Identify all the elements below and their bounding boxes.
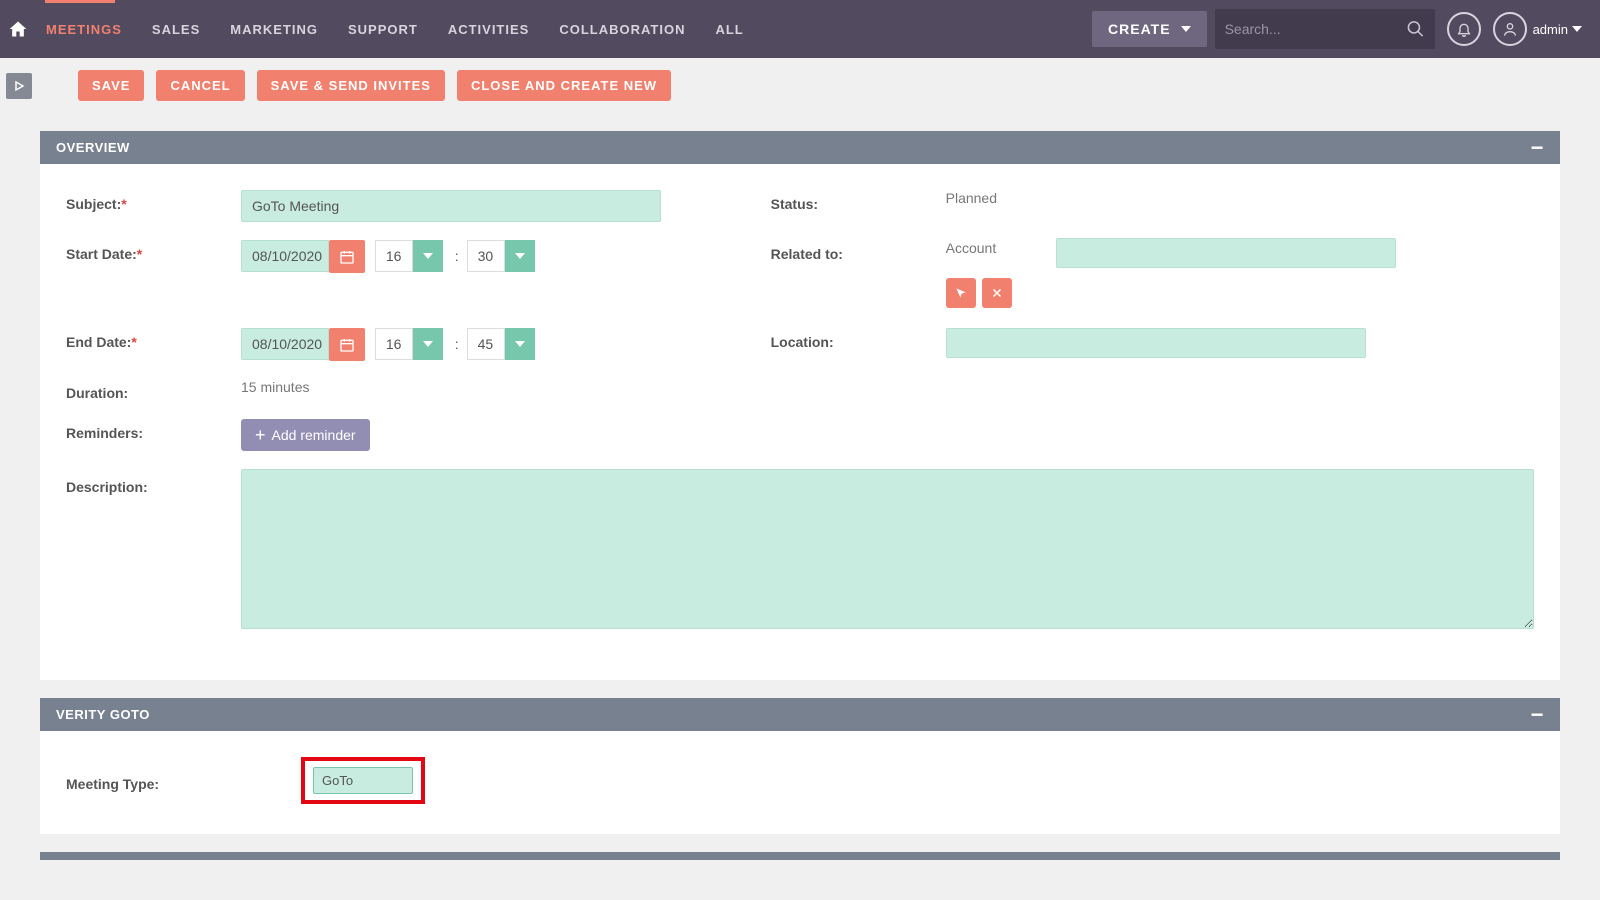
action-bar: SAVE CANCEL SAVE & SEND INVITES CLOSE AN…: [0, 58, 1600, 113]
nav-activities[interactable]: ACTIVITIES: [448, 22, 530, 37]
close-icon: [991, 287, 1003, 299]
sidebar-toggle[interactable]: [6, 73, 32, 99]
caret-down-icon: [1572, 26, 1582, 32]
start-hour-select[interactable]: 16: [375, 240, 443, 272]
nav-sales[interactable]: SALES: [152, 22, 200, 37]
user-icon: [1502, 21, 1518, 37]
description-input[interactable]: [241, 469, 1534, 629]
description-label: Description:: [66, 469, 241, 632]
collapse-verity-button[interactable]: −: [1531, 710, 1544, 720]
related-to-label: Related to:: [771, 240, 946, 262]
search-input[interactable]: [1225, 21, 1406, 37]
start-date-calendar-button[interactable]: [329, 240, 365, 273]
home-icon: [8, 19, 28, 39]
meeting-type-select[interactable]: GoTo: [313, 767, 413, 794]
overview-header: OVERVIEW −: [40, 131, 1560, 164]
user-label: admin: [1533, 22, 1568, 37]
start-min-select[interactable]: 30: [467, 240, 535, 272]
collapse-overview-button[interactable]: −: [1531, 143, 1544, 153]
active-tab-accent: [45, 0, 115, 3]
verity-body: Meeting Type: GoTo: [40, 731, 1560, 834]
overview-panel: OVERVIEW − Subject:* Status: Planned Sta…: [40, 131, 1560, 680]
search-wrapper: [1215, 9, 1435, 49]
search-icon[interactable]: [1406, 19, 1425, 39]
meeting-type-label: Meeting Type:: [66, 770, 301, 792]
overview-body: Subject:* Status: Planned Start Date:* 0…: [40, 164, 1560, 680]
meeting-type-highlight: GoTo: [301, 757, 425, 804]
subject-input[interactable]: [241, 190, 661, 222]
end-date-input[interactable]: 08/10/2020: [241, 328, 329, 360]
caret-down-icon: [423, 341, 433, 347]
overview-title: OVERVIEW: [56, 140, 130, 155]
related-clear-button[interactable]: [982, 278, 1012, 308]
triangle-right-icon: [13, 80, 25, 92]
caret-down-icon: [1181, 26, 1191, 32]
start-date-input[interactable]: 08/10/2020: [241, 240, 329, 272]
create-button[interactable]: CREATE: [1092, 11, 1207, 47]
nav-marketing[interactable]: MARKETING: [230, 22, 318, 37]
nav-meetings[interactable]: MEETINGS: [46, 22, 122, 37]
related-select-button[interactable]: [946, 278, 976, 308]
start-date-label: Start Date:*: [66, 240, 241, 262]
plus-icon: +: [255, 428, 266, 442]
home-button[interactable]: [0, 0, 36, 58]
end-min-select[interactable]: 45: [467, 328, 535, 360]
cancel-button[interactable]: CANCEL: [156, 70, 244, 101]
caret-down-icon: [515, 341, 525, 347]
create-label: CREATE: [1108, 21, 1171, 37]
related-to-input[interactable]: [1056, 238, 1396, 268]
time-separator: :: [451, 240, 463, 272]
close-create-new-button[interactable]: CLOSE AND CREATE NEW: [457, 70, 671, 101]
verity-title: VERITY GOTO: [56, 707, 150, 722]
nav-all[interactable]: ALL: [715, 22, 743, 37]
nav-collaboration[interactable]: COLLABORATION: [559, 22, 685, 37]
reminders-label: Reminders:: [66, 419, 241, 441]
cursor-icon: [954, 286, 968, 300]
duration-label: Duration:: [66, 379, 241, 401]
add-reminder-button[interactable]: + Add reminder: [241, 419, 370, 451]
location-label: Location:: [771, 328, 946, 350]
next-panel-header: [40, 852, 1560, 860]
top-navbar: MEETINGS SALES MARKETING SUPPORT ACTIVIT…: [0, 0, 1600, 58]
time-separator: :: [451, 328, 463, 360]
calendar-icon: [339, 337, 355, 353]
caret-down-icon: [515, 253, 525, 259]
end-hour-select[interactable]: 16: [375, 328, 443, 360]
nav-items: MEETINGS SALES MARKETING SUPPORT ACTIVIT…: [46, 22, 744, 37]
duration-value: 15 minutes: [241, 379, 771, 395]
location-input[interactable]: [946, 328, 1366, 358]
end-date-label: End Date:*: [66, 328, 241, 350]
status-value: Planned: [946, 190, 1534, 206]
save-send-invites-button[interactable]: SAVE & SEND INVITES: [257, 70, 445, 101]
status-label: Status:: [771, 190, 946, 212]
caret-down-icon: [423, 253, 433, 259]
verity-header: VERITY GOTO −: [40, 698, 1560, 731]
user-avatar: [1493, 12, 1527, 46]
bell-icon: [1456, 21, 1472, 37]
verity-goto-panel: VERITY GOTO − Meeting Type: GoTo: [40, 698, 1560, 834]
notifications-button[interactable]: [1447, 12, 1481, 46]
save-button[interactable]: SAVE: [78, 70, 144, 101]
subject-label: Subject:*: [66, 190, 241, 212]
user-menu[interactable]: admin: [1493, 12, 1582, 46]
nav-support[interactable]: SUPPORT: [348, 22, 418, 37]
end-date-calendar-button[interactable]: [329, 328, 365, 361]
calendar-icon: [339, 249, 355, 265]
content-area: OVERVIEW − Subject:* Status: Planned Sta…: [0, 131, 1600, 900]
